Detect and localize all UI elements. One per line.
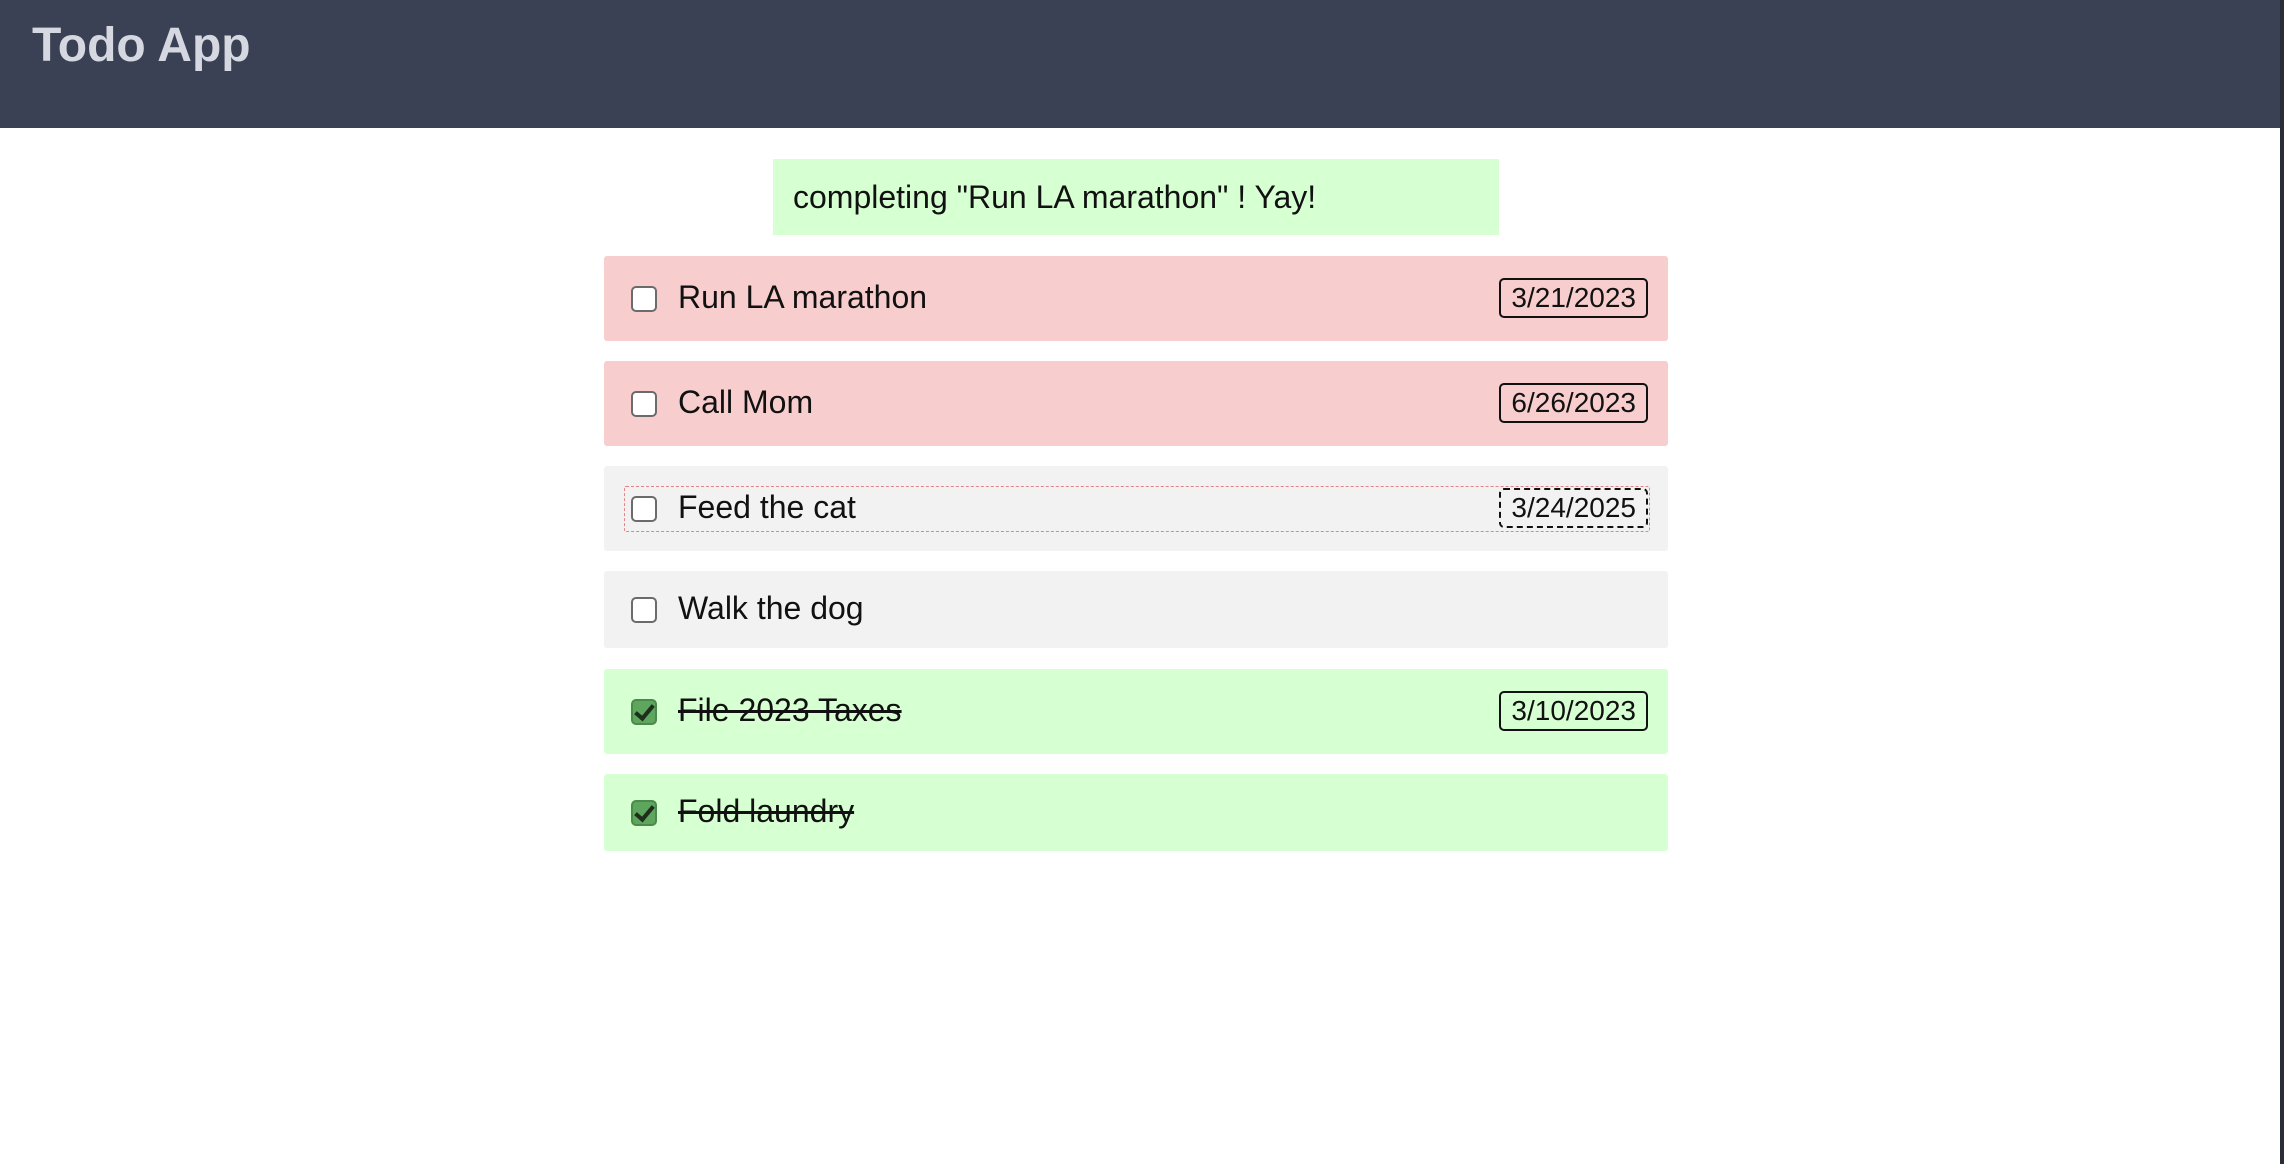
- todo-item-file-2023-taxes[interactable]: File 2023 Taxes 3/10/2023: [604, 669, 1668, 754]
- todo-label: Feed the cat: [678, 489, 856, 525]
- todo-item-fold-laundry[interactable]: Fold laundry: [604, 774, 1668, 851]
- todo-checkbox[interactable]: [631, 286, 657, 312]
- status-banner: completing "Run LA marathon" ! Yay!: [773, 159, 1499, 235]
- todo-label: Walk the dog: [678, 590, 864, 626]
- checkmark-icon[interactable]: [631, 699, 657, 725]
- todo-label: Fold laundry: [678, 793, 855, 829]
- todo-date[interactable]: 6/26/2023: [1499, 383, 1648, 423]
- todo-checkbox[interactable]: [631, 597, 657, 623]
- checkmark-icon[interactable]: [631, 800, 657, 826]
- todo-item-walk-the-dog[interactable]: Walk the dog: [604, 571, 1668, 648]
- todo-item-run-la-marathon[interactable]: Run LA marathon 3/21/2023: [604, 256, 1668, 341]
- app-title: Todo App: [32, 19, 251, 72]
- todo-label: File 2023 Taxes: [678, 692, 902, 728]
- todo-item-call-mom[interactable]: Call Mom 6/26/2023: [604, 361, 1668, 446]
- todo-item-feed-the-cat[interactable]: Feed the cat 3/24/2025: [604, 466, 1668, 551]
- todo-checkbox[interactable]: [631, 496, 657, 522]
- todo-checkbox[interactable]: [631, 391, 657, 417]
- todo-date[interactable]: 3/10/2023: [1499, 691, 1648, 731]
- todo-date[interactable]: 3/24/2025: [1499, 488, 1648, 528]
- app-header: Todo App: [0, 0, 2280, 128]
- todo-date[interactable]: 3/21/2023: [1499, 278, 1648, 318]
- todo-label: Call Mom: [678, 384, 814, 420]
- window-edge: [2280, 0, 2284, 1164]
- todo-label: Run LA marathon: [678, 279, 928, 315]
